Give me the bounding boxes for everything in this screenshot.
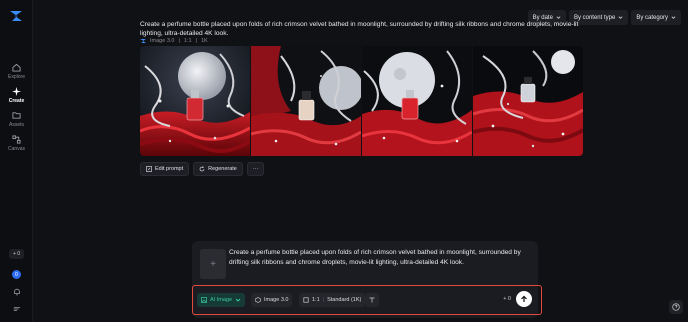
sidebar-item-label: Create xyxy=(8,98,25,104)
generated-image-2[interactable] xyxy=(251,46,361,156)
sidebar: Explore Create Assets Canvas + 0 0 xyxy=(0,0,33,322)
filter-label: By category xyxy=(636,14,668,21)
edit-icon xyxy=(146,166,152,172)
sidebar-item-explore[interactable]: Explore xyxy=(0,63,33,80)
ratio-quality-select[interactable]: 1:1 | Standard (1K) xyxy=(299,293,366,307)
app-logo-icon[interactable] xyxy=(9,9,23,23)
edit-prompt-button[interactable]: Edit prompt xyxy=(140,162,190,176)
mode-select-ai-image[interactable]: AI Image xyxy=(197,293,246,307)
image-icon xyxy=(201,297,207,303)
sidebar-item-label: Canvas xyxy=(8,146,25,152)
quality-select-label: Standard (1K) xyxy=(327,297,362,303)
canvas-icon xyxy=(12,135,21,144)
cube-icon xyxy=(255,297,261,303)
credit-cost: + 0 xyxy=(503,296,511,302)
prompt-input[interactable]: Create a perfume bottle placed upon fold… xyxy=(229,248,529,268)
meta-divider: | xyxy=(195,38,197,44)
generate-button[interactable] xyxy=(516,291,532,307)
sidebar-item-create[interactable]: Create xyxy=(0,87,33,104)
model-select[interactable]: Image 3.0 xyxy=(251,293,293,307)
sidebar-item-assets[interactable]: Assets xyxy=(0,111,33,128)
filter-by-category[interactable]: By category xyxy=(631,10,681,25)
resolution-label: 1K xyxy=(201,38,208,44)
avatar[interactable]: 0 xyxy=(12,270,21,279)
image-grid xyxy=(140,46,583,156)
regenerate-label: Regenerate xyxy=(208,166,237,172)
credits-pill[interactable]: + 0 xyxy=(8,249,25,259)
result-actions: Edit prompt Regenerate ··· xyxy=(140,162,265,176)
ratio-select-label: 1:1 xyxy=(312,297,320,303)
model-select-label: Image 3.0 xyxy=(264,297,289,303)
menu-icon[interactable] xyxy=(13,305,21,313)
text-style-icon xyxy=(369,297,375,303)
sparkle-icon xyxy=(12,87,21,96)
sidebar-item-label: Assets xyxy=(8,122,24,128)
composer-toolbar: AI Image Image 3.0 1:1 | Standard (1K) +… xyxy=(192,285,542,315)
generated-image-4[interactable] xyxy=(473,46,583,156)
generation-meta: Image 3.0 | 1:1 | 1K xyxy=(140,38,208,44)
question-icon xyxy=(672,303,680,311)
mode-label: AI Image xyxy=(210,297,233,303)
add-icon: + xyxy=(210,258,216,270)
generation-prompt: Create a perfume bottle placed upon fold… xyxy=(140,21,579,37)
refresh-icon xyxy=(199,166,205,172)
edit-prompt-label: Edit prompt xyxy=(155,166,184,172)
more-options-button[interactable]: ··· xyxy=(246,162,265,176)
tool-divider: | xyxy=(322,297,325,303)
credit-cost-label: + 0 xyxy=(503,296,511,302)
generated-image-1[interactable] xyxy=(140,46,250,156)
chevron-down-icon xyxy=(235,298,241,302)
arrow-up-icon xyxy=(521,295,527,302)
chevron-down-icon xyxy=(618,16,623,19)
sidebar-item-label: Explore xyxy=(8,74,25,80)
square-icon xyxy=(303,297,309,303)
regenerate-button[interactable]: Regenerate xyxy=(193,162,243,176)
model-label: Image 3.0 xyxy=(150,38,175,44)
add-reference-image-button[interactable]: + xyxy=(200,249,226,279)
bell-icon[interactable] xyxy=(13,288,21,296)
generated-image-3[interactable] xyxy=(362,46,472,156)
folder-icon xyxy=(12,112,21,119)
sidebar-item-canvas[interactable]: Canvas xyxy=(0,135,33,152)
chevron-down-icon xyxy=(671,16,676,19)
ratio-label: 1:1 xyxy=(183,38,192,44)
compass-icon xyxy=(12,63,21,72)
meta-divider: | xyxy=(178,38,180,44)
help-button[interactable] xyxy=(669,300,683,314)
advanced-settings-button[interactable] xyxy=(365,293,379,307)
model-icon xyxy=(140,39,146,43)
more-label: ··· xyxy=(252,166,259,172)
